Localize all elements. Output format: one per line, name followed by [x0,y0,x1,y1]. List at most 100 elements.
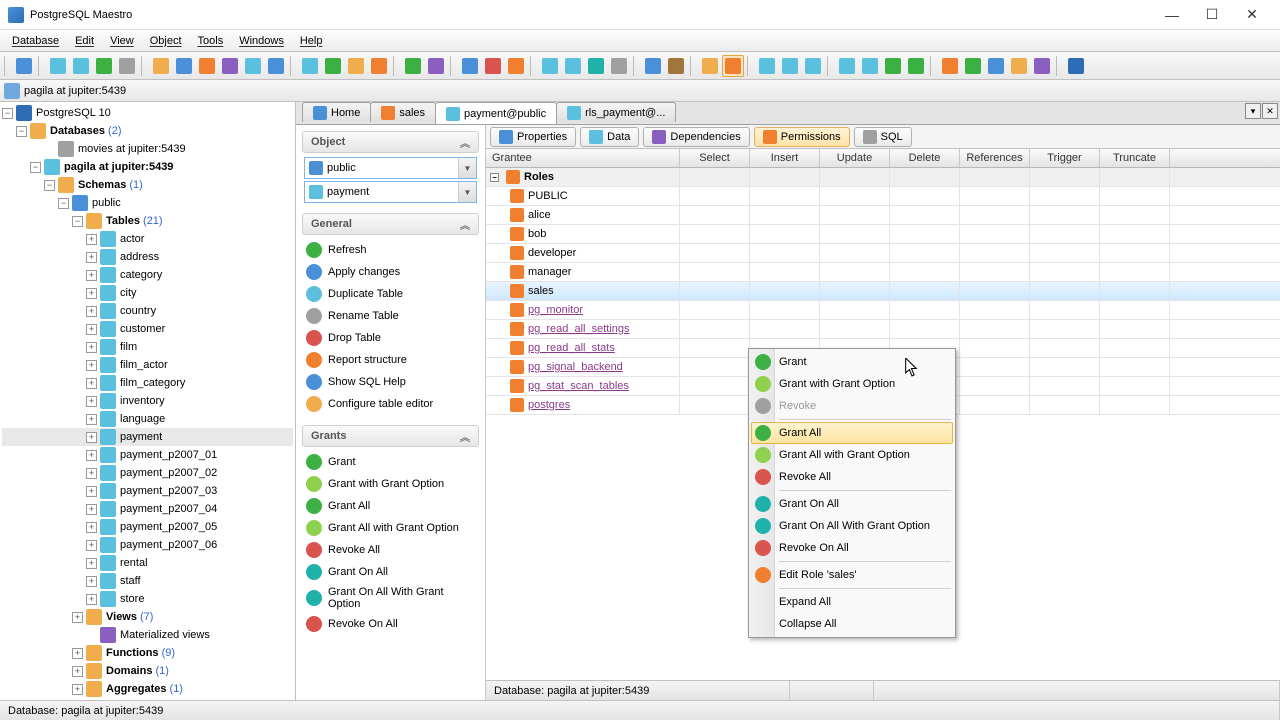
tree-schemas[interactable]: −Schemas(1) [2,176,293,194]
tree-table-language[interactable]: +language [2,410,293,428]
ctx-grant[interactable]: Grant [751,351,953,373]
schema-combo[interactable]: public▼ [304,157,477,179]
tb-wizard4[interactable] [368,55,390,77]
role-row-pg_monitor[interactable]: pg_monitor [486,301,1280,320]
ctx-grant-on-all[interactable]: Grant On All [751,493,953,515]
minimize-button[interactable]: — [1152,3,1192,27]
tree-table-store[interactable]: +store [2,590,293,608]
ctx-revoke-all[interactable]: Revoke All [751,466,953,488]
database-explorer[interactable]: −PostgreSQL 10 −Databases(2) movies at j… [0,102,296,700]
col-header-insert[interactable]: Insert [750,149,820,167]
tb-compare2[interactable] [562,55,584,77]
role-row-bob[interactable]: bob [486,225,1280,244]
tree-table-payment_p2007_01[interactable]: +payment_p2007_01 [2,446,293,464]
tb-copy[interactable] [836,55,858,77]
action-refresh[interactable]: Refresh [296,239,485,261]
tb-refresh[interactable] [93,55,115,77]
ctx-grant-on-all-with-grant-option[interactable]: Grant On All With Grant Option [751,515,953,537]
ctx-edit-role-sales-[interactable]: Edit Role 'sales' [751,564,953,586]
tree-matviews[interactable]: Materialized views [2,626,293,644]
action-report-structure[interactable]: Report structure [296,349,485,371]
tb-props[interactable] [265,55,287,77]
tree-db-movies[interactable]: movies at jupiter:5439 [2,140,293,158]
action-drop-table[interactable]: Drop Table [296,327,485,349]
grant-action-revoke-all[interactable]: Revoke All [296,539,485,561]
action-duplicate-table[interactable]: Duplicate Table [296,283,485,305]
menu-view[interactable]: View [102,33,142,49]
tb-paste[interactable] [859,55,881,77]
col-header-update[interactable]: Update [820,149,890,167]
role-row-manager[interactable]: manager [486,263,1280,282]
detail-tab-data[interactable]: Data [580,127,639,147]
tree-table-payment_p2007_05[interactable]: +payment_p2007_05 [2,518,293,536]
tree-table-staff[interactable]: +staff [2,572,293,590]
col-header-select[interactable]: Select [680,149,750,167]
tree-schema-public[interactable]: −public [2,194,293,212]
tb-chart[interactable] [459,55,481,77]
section-grants[interactable]: Grants︽ [302,425,479,447]
grant-action-grant-on-all[interactable]: Grant On All [296,561,485,583]
role-row-alice[interactable]: alice [486,206,1280,225]
tb-funnel[interactable] [699,55,721,77]
tree-table-category[interactable]: +category [2,266,293,284]
tree-databases[interactable]: −Databases(2) [2,122,293,140]
tree-table-customer[interactable]: +customer [2,320,293,338]
tb-filter2[interactable] [665,55,687,77]
menu-tools[interactable]: Tools [190,33,232,49]
tab-payment-public[interactable]: payment@public [435,102,557,124]
tree-tables[interactable]: −Tables(21) [2,212,293,230]
tb-script[interactable] [196,55,218,77]
tb-diagram[interactable] [482,55,504,77]
col-header-grantee[interactable]: Grantee [486,149,680,167]
section-object[interactable]: Object︽ [302,131,479,153]
roles-group-row[interactable]: −Roles [486,168,1280,187]
grant-action-grant-all-with-grant-option[interactable]: Grant All with Grant Option [296,517,485,539]
col-header-references[interactable]: References [960,149,1030,167]
tb-mail[interactable] [1008,55,1030,77]
tree-root[interactable]: −PostgreSQL 10 [2,104,293,122]
tb-help[interactable] [1031,55,1053,77]
tree-table-rental[interactable]: +rental [2,554,293,572]
tree-views[interactable]: +Views(7) [2,608,293,626]
grant-action-grant-on-all-with-grant-option[interactable]: Grant On All With Grant Option [296,583,485,613]
tb-filter1[interactable] [642,55,664,77]
col-header-delete[interactable]: Delete [890,149,960,167]
tb-db-add[interactable] [47,55,69,77]
tb-table[interactable] [173,55,195,77]
tb-export2[interactable] [425,55,447,77]
ctx-grant-all-with-grant-option[interactable]: Grant All with Grant Option [751,444,953,466]
tb-window1[interactable] [756,55,778,77]
grant-action-revoke-on-all[interactable]: Revoke On All [296,613,485,635]
tree-table-payment_p2007_04[interactable]: +payment_p2007_04 [2,500,293,518]
tree-domains[interactable]: +Domains(1) [2,662,293,680]
detail-tab-dependencies[interactable]: Dependencies [643,127,749,147]
ctx-expand-all[interactable]: Expand All [751,591,953,613]
tb-gear[interactable] [608,55,630,77]
tab-rls_payment----[interactable]: rls_payment@... [556,102,676,122]
ctx-grant-with-grant-option[interactable]: Grant with Grant Option [751,373,953,395]
tree-table-payment[interactable]: +payment [2,428,293,446]
grant-action-grant-all[interactable]: Grant All [296,495,485,517]
tb-query[interactable] [219,55,241,77]
menu-help[interactable]: Help [292,33,331,49]
tree-table-address[interactable]: +address [2,248,293,266]
tree-table-country[interactable]: +country [2,302,293,320]
table-combo[interactable]: payment▼ [304,181,477,203]
role-row-developer[interactable]: developer [486,244,1280,263]
tree-functions[interactable]: +Functions(9) [2,644,293,662]
tb-wizard2[interactable] [322,55,344,77]
tb-forward[interactable] [905,55,927,77]
tree-table-payment_p2007_02[interactable]: +payment_p2007_02 [2,464,293,482]
tab-Home[interactable]: Home [302,102,371,122]
detail-tab-properties[interactable]: Properties [490,127,576,147]
close-button[interactable]: ✕ [1232,3,1272,27]
col-header-trigger[interactable]: Trigger [1030,149,1100,167]
tb-home[interactable] [939,55,961,77]
tb-sync[interactable] [585,55,607,77]
tab-close-button[interactable]: ✕ [1262,103,1278,119]
tb-compare1[interactable] [539,55,561,77]
tb-wizard3[interactable] [345,55,367,77]
tb-new[interactable] [13,55,35,77]
tree-table-payment_p2007_03[interactable]: +payment_p2007_03 [2,482,293,500]
detail-tab-sql[interactable]: SQL [854,127,912,147]
